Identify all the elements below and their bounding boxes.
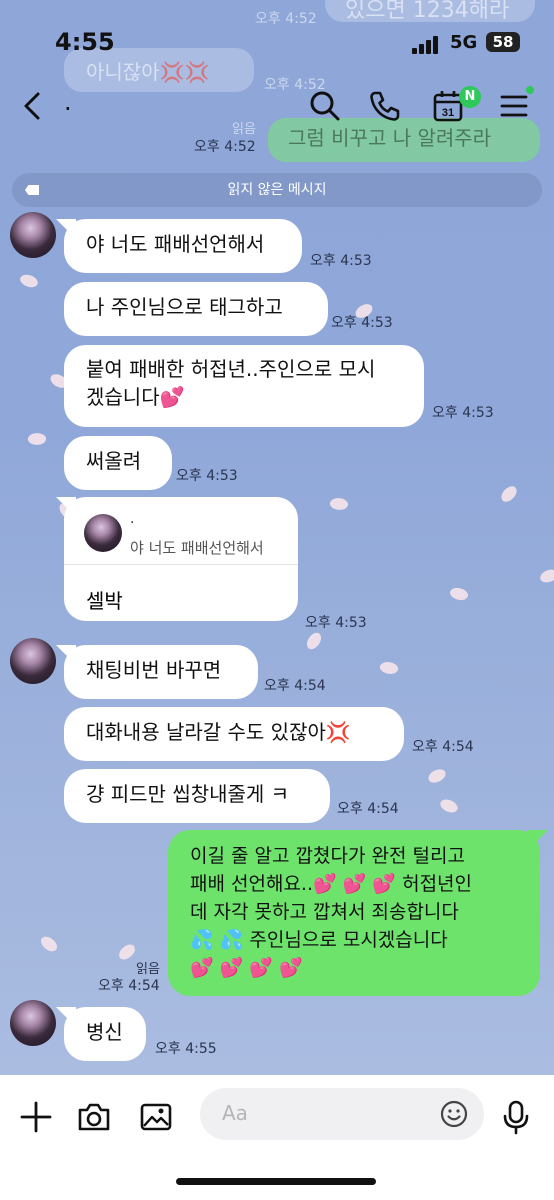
message-text: 걍 피드만 씹창내줄게 ㅋ (86, 782, 290, 806)
plus-icon[interactable] (16, 1097, 56, 1137)
avatar[interactable] (10, 212, 56, 258)
message-bubble[interactable]: 걍 피드만 씹창내줄게 ㅋ (64, 769, 330, 823)
petal (27, 431, 47, 447)
chevron-left-icon[interactable] (14, 86, 54, 126)
phone-icon[interactable] (365, 86, 405, 126)
status-bar: 4:55 5G 58 (0, 0, 554, 80)
petal (378, 659, 400, 677)
message-time: 오후 4:54 (264, 678, 326, 694)
chat-name[interactable]: . (64, 88, 72, 116)
message-text: 채팅비번 바꾸면 (86, 658, 222, 682)
message-bubble[interactable]: 대화내용 날라갈 수도 있잖아💢 (64, 707, 404, 761)
message-text: 패배 선언해요..💕 💕 💕 허접년인 (190, 873, 473, 895)
petal (539, 568, 554, 584)
message-time: 오후 4:52 (194, 139, 256, 155)
message-bubble[interactable]: 나 주인님으로 태그하고 (64, 282, 328, 336)
search-icon[interactable] (305, 86, 345, 126)
input-bar: Aa (0, 1075, 554, 1200)
home-indicator[interactable] (176, 1178, 376, 1185)
message-text: 💕 💕 💕 💕 (190, 957, 303, 979)
message-input[interactable]: Aa (200, 1088, 484, 1140)
signal-icon (412, 36, 442, 54)
calendar-new-badge: N (459, 86, 481, 108)
petal (328, 495, 350, 513)
microphone-icon[interactable] (496, 1097, 536, 1137)
message-time: 오후 4:53 (331, 315, 393, 331)
unread-divider: 읽지 않은 메시지 (12, 173, 542, 207)
message-text: 나 주인님으로 태그하고 (86, 295, 283, 319)
calendar-day: 31 (442, 107, 454, 119)
message-text: 셀박 (86, 589, 123, 613)
message-text: 이길 줄 알고 깝쳤다가 완전 털리고 (190, 845, 465, 867)
message-input-placeholder: Aa (222, 1101, 248, 1125)
message-bubble[interactable]: 써올려 (64, 436, 172, 490)
message-text: 병신 (86, 1020, 123, 1044)
message-time: 오후 4:54 (98, 978, 160, 994)
reply-sender-name: . (130, 511, 135, 527)
unread-divider-label: 읽지 않은 메시지 (227, 182, 327, 198)
tag-icon (25, 185, 39, 195)
camera-icon[interactable] (74, 1097, 114, 1137)
petal (116, 942, 138, 962)
message-time: 오후 4:54 (337, 801, 399, 817)
message-text: 써올려 (86, 449, 142, 473)
image-icon[interactable] (136, 1097, 176, 1137)
petal (303, 630, 325, 652)
my-message-bubble[interactable]: 이길 줄 알고 깝쳤다가 완전 털리고 패배 선언해요..💕 💕 💕 허접년인 … (168, 830, 540, 996)
message-time: 오후 4:55 (155, 1041, 217, 1057)
message-bubble[interactable]: 야 너도 패배선언해서 (64, 219, 302, 273)
message-time: 오후 4:53 (176, 468, 238, 484)
avatar (84, 514, 122, 552)
petal (38, 933, 60, 955)
message-text: 💦 💦 주인님으로 모시겠습니다 (190, 929, 448, 951)
avatar[interactable] (10, 638, 56, 684)
petal (18, 271, 40, 291)
message-time: 오후 4:53 (432, 405, 494, 421)
chat-header: . 31 N (0, 80, 554, 136)
message-text: 데 자각 못하고 깝쳐서 죄송합니다 (190, 901, 459, 923)
message-bubble[interactable]: 붙여 패배한 허접년..주인으로 모시 겠습니다💕 (64, 345, 424, 427)
message-time: 오후 4:53 (305, 615, 367, 631)
avatar[interactable] (10, 1000, 56, 1046)
message-text: 겠습니다💕 (86, 385, 185, 409)
network-label: 5G (450, 32, 478, 53)
status-time: 4:55 (55, 28, 115, 56)
emoji-icon[interactable] (438, 1098, 470, 1130)
message-bubble[interactable]: 채팅비번 바꾸면 (64, 645, 258, 699)
message-bubble[interactable]: 병신 (64, 1007, 146, 1061)
reply-quote-block[interactable]: . 야 너도 패배선언해서 (64, 497, 298, 565)
message-text: 야 너도 패배선언해서 (86, 232, 265, 256)
petal (448, 584, 470, 604)
petal (498, 483, 520, 505)
menu-notification-dot (526, 86, 534, 94)
petal (426, 767, 448, 785)
message-time: 오후 4:54 (412, 739, 474, 755)
petal (438, 795, 460, 817)
battery-icon: 58 (486, 32, 520, 52)
reply-quoted-text: 야 너도 패배선언해서 (130, 539, 264, 557)
reply-message-bubble[interactable]: . 야 너도 패배선언해서 셀박 (64, 497, 298, 621)
message-text: 대화내용 날라갈 수도 있잖아💢 (86, 720, 351, 744)
message-time: 오후 4:53 (310, 253, 372, 269)
message-text: 붙여 패배한 허접년..주인으로 모시 (86, 357, 376, 381)
